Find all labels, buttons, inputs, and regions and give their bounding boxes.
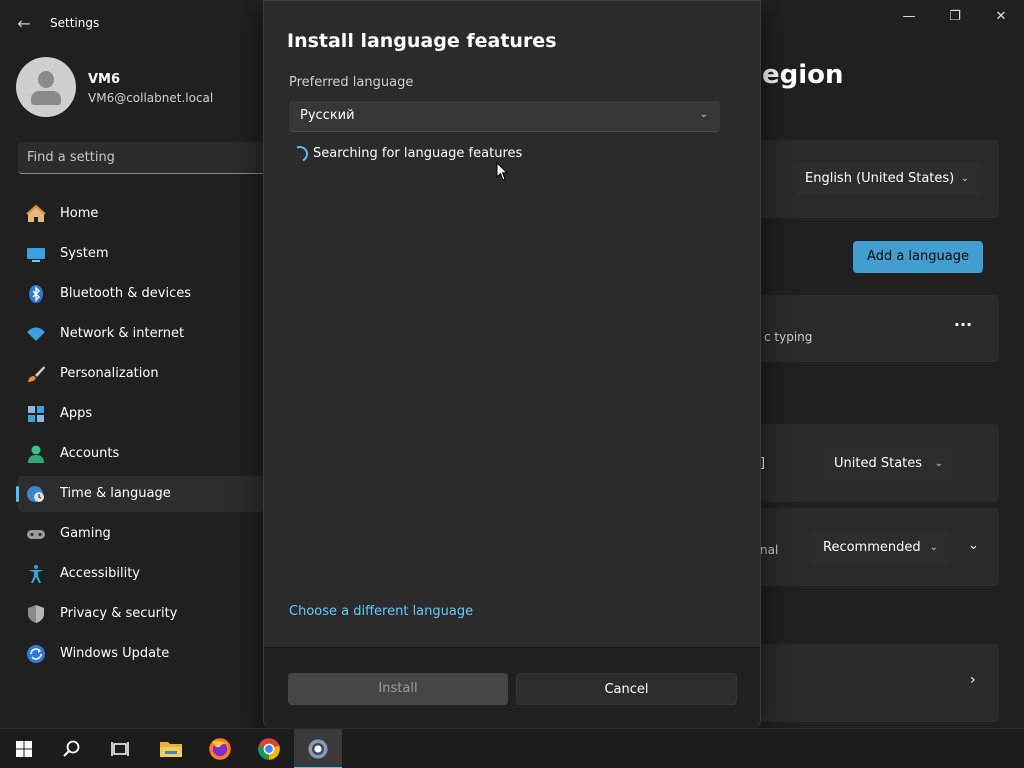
display-language-card: English (United States) ⌄ bbox=[760, 140, 999, 218]
brush-icon bbox=[28, 366, 45, 382]
sidebar-item-label: Bluetooth & devices bbox=[60, 286, 191, 301]
choose-different-language-link[interactable]: Choose a different language bbox=[289, 604, 473, 619]
preferred-language-value: Русский bbox=[300, 108, 355, 123]
sidebar-item-label: Home bbox=[60, 206, 99, 221]
sidebar-item-apps[interactable]: Apps bbox=[18, 396, 264, 432]
preferred-language-label: Preferred language bbox=[289, 75, 414, 90]
accessibility-icon bbox=[28, 565, 44, 583]
install-language-dialog: Install language features Preferred lang… bbox=[263, 0, 761, 728]
taskbar-search-button[interactable] bbox=[48, 729, 96, 768]
app-title: Settings bbox=[50, 16, 100, 30]
avatar[interactable] bbox=[16, 57, 76, 117]
regional-label-fragment: nal bbox=[760, 543, 779, 557]
profile-email: VM6@collabnet.local bbox=[88, 91, 214, 105]
country-region-card: ] United States ⌄ bbox=[760, 424, 999, 502]
chevron-down-icon: ⌄ bbox=[960, 173, 969, 184]
sidebar-item-network[interactable]: Network & internet bbox=[18, 316, 264, 352]
loading-spinner-icon bbox=[289, 143, 311, 165]
sidebar-item-label: Network & internet bbox=[60, 326, 185, 341]
search-status-text: Searching for language features bbox=[313, 146, 523, 161]
cancel-button[interactable]: Cancel bbox=[516, 673, 737, 705]
accounts-icon bbox=[28, 445, 44, 463]
close-button[interactable]: ✕ bbox=[978, 4, 1024, 30]
sidebar-item-label: Windows Update bbox=[60, 646, 170, 661]
sidebar-item-system[interactable]: System bbox=[18, 236, 264, 272]
gamepad-icon bbox=[27, 530, 45, 539]
page-title-fragment: egion bbox=[762, 60, 844, 90]
network-icon bbox=[27, 327, 45, 341]
shield-icon bbox=[28, 605, 44, 623]
install-button[interactable]: Install bbox=[288, 673, 508, 705]
more-options-button[interactable]: ··· bbox=[950, 317, 976, 338]
avatar-head-shape bbox=[38, 71, 54, 88]
dialog-title: Install language features bbox=[287, 30, 557, 52]
sidebar-item-label: Time & language bbox=[60, 486, 171, 501]
settings-window: ← Settings — ❐ ✕ VM6 VM6@collabnet.local… bbox=[0, 0, 1024, 728]
display-language-value: English (United States) bbox=[805, 171, 955, 186]
sidebar-item-label: Accessibility bbox=[60, 566, 140, 581]
preferred-language-dropdown[interactable]: Русский ⌄ bbox=[289, 101, 720, 132]
avatar-body-shape bbox=[31, 91, 61, 105]
country-value: United States bbox=[834, 456, 923, 471]
related-settings-card[interactable]: › bbox=[760, 644, 999, 722]
sidebar-item-personalization[interactable]: Personalization bbox=[18, 356, 264, 392]
taskbar-settings[interactable] bbox=[294, 729, 342, 768]
dialog-footer: Install Cancel bbox=[264, 647, 760, 728]
typing-label-fragment: c typing bbox=[764, 330, 813, 344]
taskbar-file-explorer[interactable] bbox=[146, 729, 194, 768]
sidebar-item-home[interactable]: Home bbox=[18, 196, 264, 232]
back-button[interactable]: ← bbox=[10, 12, 38, 36]
sidebar-item-label: Privacy & security bbox=[60, 606, 178, 621]
profile-name: VM6 bbox=[88, 72, 121, 87]
add-language-button[interactable]: Add a language bbox=[853, 241, 983, 273]
minimize-button[interactable]: — bbox=[886, 4, 932, 30]
chrome-icon bbox=[258, 738, 280, 760]
chevron-down-icon: ⌄ bbox=[929, 542, 938, 553]
country-dropdown[interactable]: United States ⌄ bbox=[822, 448, 955, 480]
globe-clock-icon bbox=[27, 486, 44, 502]
firefox-icon bbox=[209, 738, 231, 760]
taskbar-firefox[interactable] bbox=[196, 729, 244, 768]
mouse-cursor-icon bbox=[496, 162, 508, 181]
sidebar-item-bluetooth[interactable]: Bluetooth & devices bbox=[18, 276, 264, 312]
taskbar bbox=[0, 728, 1024, 768]
sidebar-item-label: Personalization bbox=[60, 366, 159, 381]
sidebar-item-windows-update[interactable]: Windows Update bbox=[18, 636, 264, 672]
home-icon bbox=[26, 204, 46, 222]
search-input[interactable] bbox=[18, 142, 268, 173]
bluetooth-icon bbox=[29, 285, 43, 303]
maximize-button[interactable]: ❐ bbox=[932, 4, 978, 30]
sidebar-item-label: Gaming bbox=[60, 526, 111, 541]
update-icon bbox=[27, 645, 45, 663]
task-view-icon bbox=[111, 742, 129, 756]
file-explorer-icon bbox=[160, 742, 182, 757]
expand-chevron-icon[interactable]: ⌄ bbox=[968, 538, 979, 553]
start-icon bbox=[16, 741, 32, 757]
search-box[interactable] bbox=[18, 142, 268, 174]
settings-icon bbox=[308, 739, 328, 759]
system-icon bbox=[27, 248, 45, 262]
selection-indicator bbox=[16, 486, 19, 502]
chevron-down-icon: ⌄ bbox=[934, 458, 943, 469]
regional-format-card: nal Recommended ⌄ ⌄ bbox=[760, 508, 999, 586]
sidebar-item-label: Accounts bbox=[60, 446, 120, 461]
sidebar-item-time-language[interactable]: Time & language bbox=[16, 476, 264, 512]
sidebar-item-accessibility[interactable]: Accessibility bbox=[18, 556, 264, 592]
display-language-dropdown[interactable]: English (United States) ⌄ bbox=[793, 163, 981, 195]
taskbar-chrome[interactable] bbox=[245, 729, 293, 768]
regional-format-value: Recommended bbox=[823, 540, 921, 555]
sidebar-item-privacy[interactable]: Privacy & security bbox=[18, 596, 264, 632]
taskbar-task-view-button[interactable] bbox=[96, 729, 144, 768]
search-icon bbox=[63, 740, 80, 757]
sidebar-item-accounts[interactable]: Accounts bbox=[18, 436, 264, 472]
chevron-down-icon: ⌄ bbox=[699, 109, 708, 120]
sidebar-item-gaming[interactable]: Gaming bbox=[18, 516, 264, 552]
apps-icon bbox=[28, 406, 44, 422]
sidebar-item-label: Apps bbox=[60, 406, 93, 421]
regional-format-dropdown[interactable]: Recommended ⌄ bbox=[811, 532, 950, 564]
sidebar-item-label: System bbox=[60, 246, 109, 261]
chevron-right-icon: › bbox=[970, 672, 976, 688]
taskbar-start-button[interactable] bbox=[0, 729, 48, 768]
